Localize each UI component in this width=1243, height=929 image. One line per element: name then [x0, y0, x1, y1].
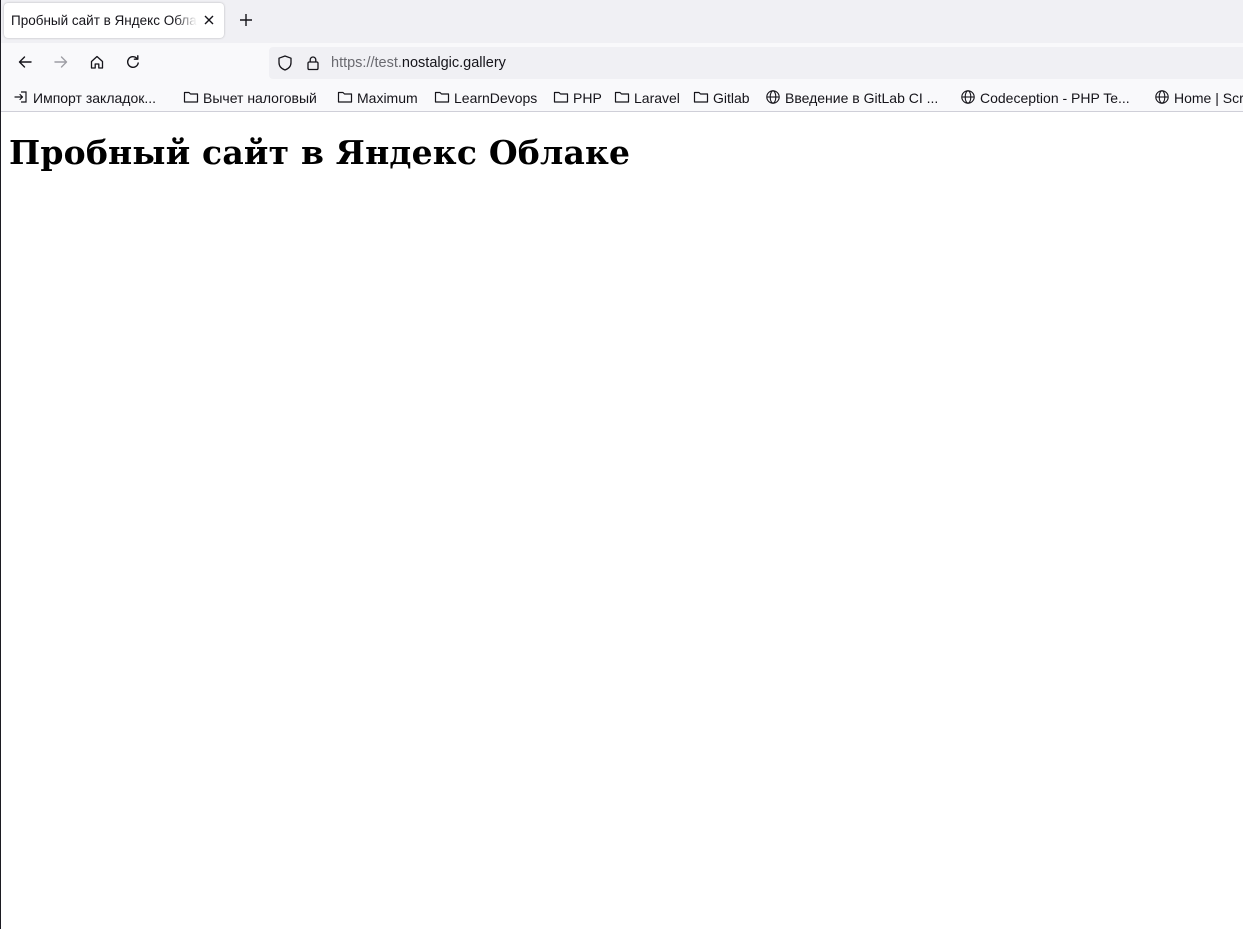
bookmark-label: PHP: [573, 90, 602, 106]
bookmark-label: Maximum: [357, 90, 418, 106]
tab-title: Пробный сайт в Яндекс Облаке: [11, 13, 197, 28]
bookmark-home[interactable]: Home | Scr: [1154, 88, 1243, 108]
bookmark-codeception[interactable]: Codeception - PHP Te...: [960, 88, 1130, 108]
tab-strip: Пробный сайт в Яндекс Облаке: [1, 0, 1243, 43]
reload-button[interactable]: [121, 52, 145, 76]
bookmark-label: Вычет налоговый: [203, 90, 317, 106]
bookmark-label: LearnDevops: [454, 90, 538, 106]
bookmark-label: Home | Scr: [1174, 90, 1243, 106]
bookmark-label: Gitlab: [713, 90, 750, 106]
bookmarks-bar: Импорт закладок... Вычет налоговый Maxim…: [1, 83, 1243, 112]
bookmark-folder-laravel[interactable]: Laravel: [614, 88, 680, 108]
forward-button[interactable]: [49, 52, 73, 76]
home-button[interactable]: [85, 52, 109, 76]
globe-icon: [1154, 89, 1174, 108]
bookmark-label: Laravel: [634, 90, 680, 106]
reload-icon: [125, 54, 141, 75]
tab-active[interactable]: Пробный сайт в Яндекс Облаке: [4, 3, 224, 38]
folder-icon: [553, 89, 573, 108]
bookmark-folder-learndevops[interactable]: LearnDevops: [434, 88, 537, 108]
folder-icon: [434, 89, 454, 108]
bookmark-folder-php[interactable]: PHP: [553, 88, 602, 108]
bookmark-label: Codeception - PHP Te...: [980, 90, 1130, 106]
plus-icon: [239, 13, 253, 32]
page-heading: Пробный сайт в Яндекс Облаке: [9, 133, 631, 172]
globe-icon: [960, 89, 980, 108]
shield-icon[interactable]: [276, 54, 294, 72]
close-icon[interactable]: [200, 11, 218, 29]
bookmark-label: Введение в GitLab CI ...: [785, 90, 939, 106]
bookmark-import[interactable]: Импорт закладок...: [13, 88, 156, 108]
home-icon: [89, 54, 105, 75]
folder-icon: [337, 89, 357, 108]
navigation-toolbar: https://test.nostalgic.gallery: [1, 43, 1243, 83]
url-scheme-prefix: https://test.: [331, 55, 402, 71]
arrow-left-icon: [17, 54, 33, 75]
url-domain: nostalgic.gallery: [401, 55, 506, 71]
folder-icon: [614, 89, 634, 108]
folder-icon: [183, 89, 203, 108]
address-bar[interactable]: https://test.nostalgic.gallery: [269, 47, 1243, 79]
bookmark-label: Импорт закладок...: [33, 90, 157, 106]
browser-window: Пробный сайт в Яндекс Облаке https://tes…: [0, 0, 1243, 929]
bookmark-folder-maximum[interactable]: Maximum: [337, 88, 418, 108]
url-text[interactable]: https://test.nostalgic.gallery: [331, 55, 506, 71]
page-content: Пробный сайт в Яндекс Облаке: [1, 112, 1243, 172]
bookmark-gitlab-ci-intro[interactable]: Введение в GitLab CI ...: [765, 88, 938, 108]
bookmark-folder-tax[interactable]: Вычет налоговый: [183, 88, 317, 108]
lock-icon[interactable]: [304, 54, 322, 72]
bookmark-folder-gitlab[interactable]: Gitlab: [693, 88, 750, 108]
new-tab-button[interactable]: [235, 11, 257, 33]
globe-icon: [765, 89, 785, 108]
import-icon: [13, 89, 33, 108]
back-button[interactable]: [13, 52, 37, 76]
folder-icon: [693, 89, 713, 108]
arrow-right-icon: [53, 54, 69, 75]
